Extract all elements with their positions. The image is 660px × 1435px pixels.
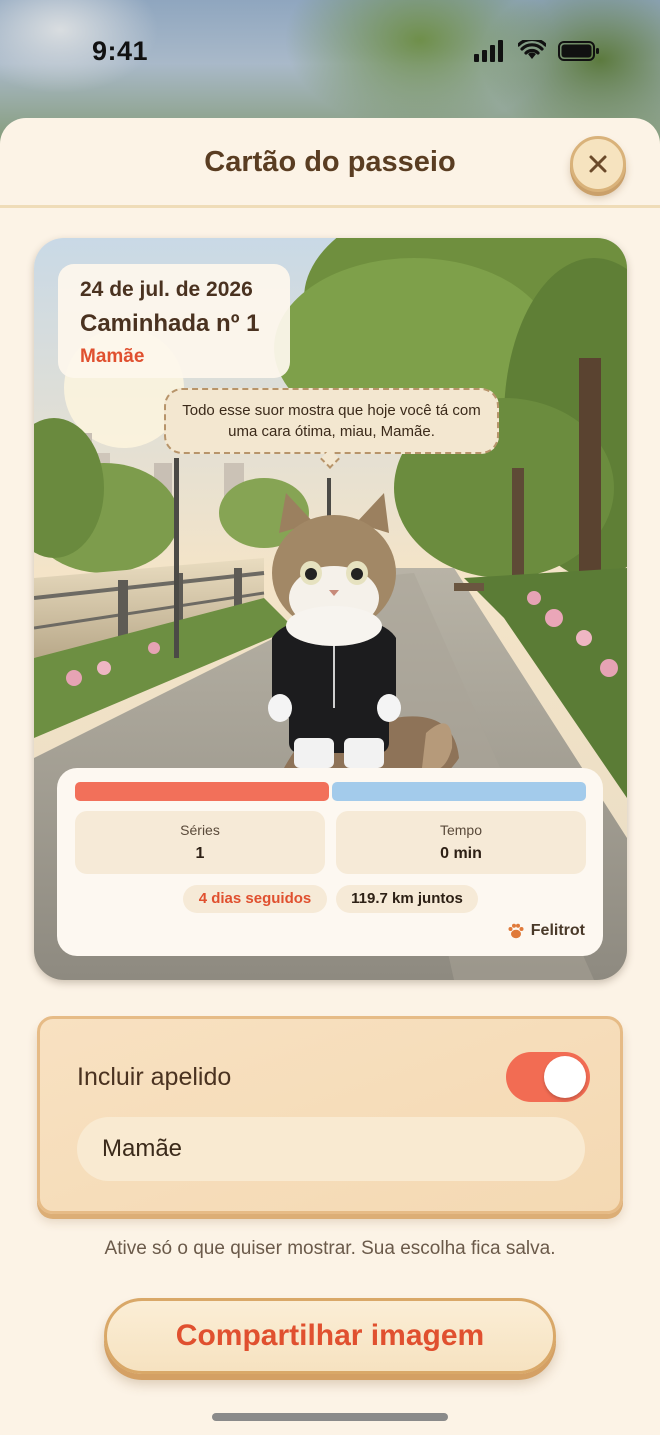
toggle-knob <box>544 1056 586 1098</box>
close-icon <box>589 155 607 173</box>
home-indicator <box>212 1413 448 1421</box>
walk-title: Caminhada nº 1 <box>80 310 260 337</box>
close-button[interactable] <box>570 136 626 192</box>
paw-icon <box>508 923 524 939</box>
brand-name: Felitrot <box>530 922 585 939</box>
walk-card: 24 de jul. de 2026 Caminhada nº 1 Mamãe … <box>34 238 627 980</box>
walk-nickname: Mamãe <box>80 346 145 367</box>
speech-bubble: Todo esse suor mostra que hoje você tá c… <box>164 388 499 454</box>
battery-icon <box>558 41 599 61</box>
nickname-input[interactable] <box>77 1117 585 1181</box>
nickname-toggle[interactable] <box>506 1052 590 1102</box>
speech-text: Todo esse suor mostra que hoje você tá c… <box>182 402 481 440</box>
sheet-header: Cartão do passeio <box>0 118 660 208</box>
share-sheet: Cartão do passeio 24 de jul. de 2026 Cam… <box>0 118 660 1435</box>
progress-bar-red <box>75 782 329 801</box>
nickname-panel: Incluir apelido <box>37 1016 623 1214</box>
stat-time: Tempo 0 min <box>336 811 586 874</box>
status-bar: 9:41 <box>0 0 660 110</box>
walk-info-box: 24 de jul. de 2026 Caminhada nº 1 Mamãe <box>58 264 290 378</box>
stat-series: Séries 1 <box>75 811 325 874</box>
sheet-title: Cartão do passeio <box>204 146 456 178</box>
streak-chip: 4 dias seguidos <box>183 885 327 913</box>
status-icons <box>474 40 600 62</box>
stat-label: Séries <box>180 822 220 838</box>
stats-panel: Séries 1 Tempo 0 min 4 dias seguidos 119… <box>57 768 603 956</box>
stat-value: 0 min <box>440 845 482 862</box>
walk-date: 24 de jul. de 2026 <box>80 278 253 301</box>
stat-value: 1 <box>195 845 205 862</box>
signal-icon <box>474 40 503 62</box>
share-image-button[interactable]: Compartilhar imagem <box>104 1298 556 1374</box>
wifi-icon <box>518 40 546 59</box>
status-time: 9:41 <box>92 36 149 66</box>
progress-bar-blue <box>332 782 586 801</box>
nickname-toggle-label: Incluir apelido <box>77 1063 232 1091</box>
distance-chip: 119.7 km juntos <box>336 885 478 913</box>
hint-text: Ative só o que quiser mostrar. Sua escol… <box>104 1238 556 1259</box>
brand-mark: Felitrot <box>507 922 585 940</box>
stat-label: Tempo <box>439 822 483 838</box>
